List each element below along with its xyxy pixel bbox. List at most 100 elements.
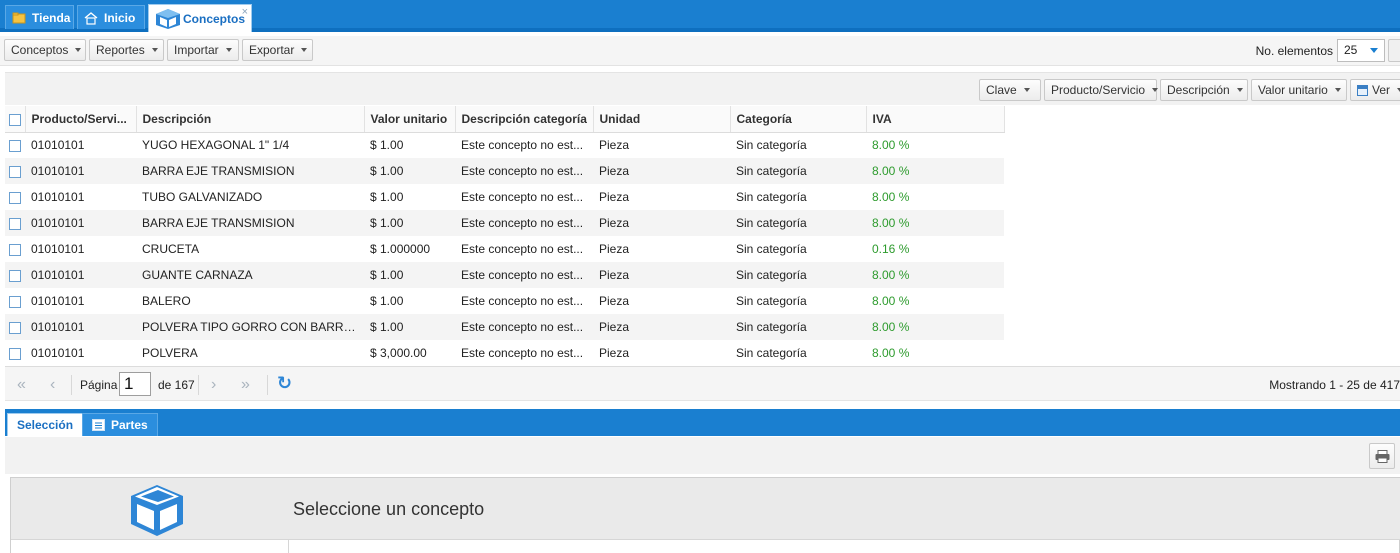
conceptos-menu-button[interactable]: Conceptos bbox=[4, 39, 86, 61]
table-row[interactable]: 01010101 BALERO $ 1.00 Este concepto no est… bbox=[5, 288, 1004, 314]
row-checkbox[interactable] bbox=[9, 269, 21, 282]
exportar-menu-button[interactable]: Exportar bbox=[242, 39, 313, 61]
cell-unidad: Pieza bbox=[593, 314, 730, 340]
table-row[interactable]: 01010101 BARRA EJE TRANSMISION $ 1.00 Este … bbox=[5, 158, 1004, 184]
tab-tienda-label: Tienda bbox=[32, 10, 71, 25]
chevron-down-icon bbox=[301, 48, 308, 52]
chevron-down-icon bbox=[1023, 88, 1030, 92]
table-row[interactable]: 01010101 GUANTE CARNAZA $ 1.00 Este concept… bbox=[5, 262, 1004, 288]
cell-categoria: Sin categoría bbox=[730, 314, 866, 340]
row-checkbox[interactable] bbox=[9, 347, 21, 360]
cell-unidad: Pieza bbox=[593, 184, 730, 210]
row-checkbox[interactable] bbox=[9, 243, 21, 256]
table-row[interactable]: 01010101 YUGO HEXAGONAL 1" 1/4 $ 1.00 Este … bbox=[5, 132, 1004, 158]
cell-categoria: Sin categoría bbox=[730, 262, 866, 288]
print-button[interactable] bbox=[1369, 443, 1395, 469]
items-per-page-select[interactable]: 25 bbox=[1337, 39, 1385, 62]
select-all-checkbox[interactable] bbox=[9, 113, 21, 126]
pagination-bar: « ‹ Página 1 de 167 › » ↻ Mostrando 1 - … bbox=[5, 366, 1400, 401]
row-select-cell[interactable] bbox=[5, 158, 25, 184]
reportes-menu-button[interactable]: Reportes bbox=[89, 39, 164, 61]
column-header-valor-unitario[interactable]: Valor unitario bbox=[364, 106, 456, 133]
last-page-icon[interactable]: » bbox=[241, 376, 250, 394]
row-select-cell[interactable] bbox=[5, 210, 25, 236]
cell-descripcion-categoria: Este concepto no est... bbox=[455, 288, 593, 314]
cell-iva: 8.00 % bbox=[866, 314, 1004, 340]
items-per-page-label: No. elementos bbox=[1255, 44, 1333, 58]
row-select-cell[interactable] bbox=[5, 262, 25, 288]
calendar-icon bbox=[1357, 84, 1368, 96]
cell-descripcion: CRUCETA bbox=[136, 236, 364, 262]
reportes-menu-label: Reportes bbox=[96, 43, 145, 57]
row-select-cell[interactable] bbox=[5, 340, 25, 365]
row-checkbox[interactable] bbox=[9, 295, 21, 308]
items-per-page-value: 25 bbox=[1344, 43, 1358, 57]
column-header-iva[interactable]: IVA bbox=[866, 106, 1005, 133]
row-select-cell[interactable] bbox=[5, 288, 25, 314]
view-button[interactable]: Ver bbox=[1350, 79, 1400, 101]
filter-valor-unitario-button[interactable]: Valor unitario bbox=[1251, 79, 1347, 101]
table-row[interactable]: 01010101 TUBO GALVANIZADO $ 1.00 Este conce… bbox=[5, 184, 1004, 210]
tab-conceptos-label: Conceptos bbox=[183, 11, 246, 26]
tab-tienda[interactable]: Tienda bbox=[5, 5, 74, 29]
table-row[interactable]: 01010101 BARRA EJE TRANSMISION $ 1.00 Este … bbox=[5, 210, 1004, 236]
row-checkbox[interactable] bbox=[9, 191, 21, 204]
cell-valor-unitario: $ 1.00 bbox=[364, 132, 455, 158]
table-row[interactable]: 01010101 POLVERA $ 3,000.00 Este concepto n… bbox=[5, 340, 1004, 365]
refresh-icon[interactable]: ↻ bbox=[277, 373, 292, 394]
detail-divider bbox=[288, 540, 289, 553]
column-header-categoria[interactable]: Categoría bbox=[730, 106, 867, 133]
filter-descripcion-button[interactable]: Descripción bbox=[1160, 79, 1248, 101]
select-all-header[interactable] bbox=[5, 106, 26, 133]
column-header-descripcion-categoria[interactable]: Descripción categoría bbox=[455, 106, 594, 133]
importar-menu-button[interactable]: Importar bbox=[167, 39, 239, 61]
chevron-down-icon bbox=[225, 48, 232, 52]
previous-page-icon[interactable]: ‹ bbox=[50, 376, 55, 394]
detail-tab-bar: Selección Partes bbox=[5, 409, 1400, 436]
tab-seleccion[interactable]: Selección bbox=[7, 413, 84, 436]
cell-descripcion: POLVERA TIPO GORRO CON BARRE... bbox=[136, 314, 364, 340]
cell-categoria: Sin categoría bbox=[730, 340, 866, 365]
row-checkbox[interactable] bbox=[9, 140, 21, 153]
first-page-icon[interactable]: « bbox=[17, 376, 26, 394]
row-select-cell[interactable] bbox=[5, 314, 25, 340]
cell-descripcion: BARRA EJE TRANSMISION bbox=[136, 158, 364, 184]
column-header-descripcion[interactable]: Descripción bbox=[136, 106, 365, 133]
cell-categoria: Sin categoría bbox=[730, 236, 866, 262]
page-label: Página bbox=[80, 378, 118, 392]
row-checkbox[interactable] bbox=[9, 321, 21, 334]
tab-inicio[interactable]: Inicio bbox=[77, 5, 145, 29]
page-number-input[interactable]: 1 bbox=[119, 372, 151, 396]
tab-conceptos[interactable]: Conceptos × bbox=[148, 4, 252, 32]
table-row[interactable]: 01010101 POLVERA TIPO GORRO CON BARRE... $… bbox=[5, 314, 1004, 340]
filter-producto-servicio-label: Producto/Servicio bbox=[1051, 83, 1146, 97]
top-tab-bar: Tienda Inicio Conceptos × bbox=[0, 0, 1400, 32]
list-icon bbox=[92, 419, 105, 431]
chevron-down-icon bbox=[1370, 48, 1378, 53]
row-select-cell[interactable] bbox=[5, 184, 25, 210]
filter-clave-button[interactable]: Clave bbox=[979, 79, 1041, 101]
next-page-icon[interactable]: › bbox=[211, 376, 216, 394]
filter-producto-servicio-button[interactable]: Producto/Servicio bbox=[1044, 79, 1159, 101]
row-checkbox[interactable] bbox=[9, 165, 21, 178]
toolbar-edge-button[interactable] bbox=[1388, 39, 1400, 62]
close-icon[interactable]: × bbox=[242, 6, 248, 18]
row-select-cell[interactable] bbox=[5, 132, 25, 158]
cell-categoria: Sin categoría bbox=[730, 184, 866, 210]
cell-descripcion-categoria: Este concepto no est... bbox=[455, 210, 593, 236]
printer-icon bbox=[1375, 450, 1390, 466]
column-header-producto-servicio[interactable]: Producto/Servi... bbox=[25, 106, 137, 133]
cell-producto-servicio: 01010101 bbox=[25, 314, 136, 340]
cell-valor-unitario: $ 1.000000 bbox=[364, 236, 455, 262]
cell-producto-servicio: 01010101 bbox=[25, 262, 136, 288]
cell-unidad: Pieza bbox=[593, 210, 730, 236]
table-row[interactable]: 01010101 CRUCETA $ 1.000000 Este concepto n… bbox=[5, 236, 1004, 262]
cell-valor-unitario: $ 1.00 bbox=[364, 210, 455, 236]
row-checkbox[interactable] bbox=[9, 217, 21, 230]
column-header-unidad[interactable]: Unidad bbox=[593, 106, 731, 133]
cell-valor-unitario: $ 1.00 bbox=[364, 314, 455, 340]
tab-partes[interactable]: Partes bbox=[82, 413, 158, 436]
row-select-cell[interactable] bbox=[5, 236, 25, 262]
cell-iva: 0.16 % bbox=[866, 236, 1004, 262]
folder-icon bbox=[12, 11, 26, 25]
